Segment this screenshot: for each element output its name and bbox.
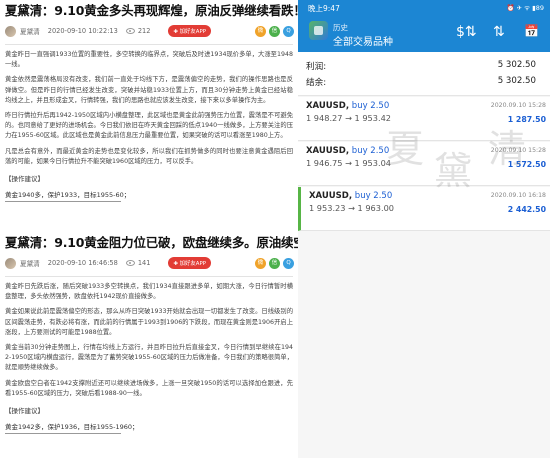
deal-profit: 1 572.50	[507, 160, 546, 169]
article-paragraph: 黄金昨日先跌后涨，随后突破1933多空转换点，我们1934直接跟进多单，如期大涨…	[5, 283, 293, 301]
deal-profit: 1 287.50	[507, 115, 546, 124]
operation-advice-heading: 【操作建议】	[5, 407, 44, 416]
article-paragraph: 黄金欧盘空白者在1942支撑附近还可以继续进场做多，上涨一旦突破1950的话可以…	[5, 379, 293, 397]
weibo-share-icon[interactable]: 微	[255, 25, 266, 37]
author-avatar[interactable]	[5, 257, 16, 269]
balance-value: 5 302.50	[497, 76, 536, 86]
article-title[interactable]: 夏黛清：9.10黄金阻力位已破，欧盘继续多。原油续空！	[0, 232, 298, 250]
author-name[interactable]: 夏黛清	[20, 258, 40, 268]
deal-time: 2020.09.10 16:18	[490, 192, 546, 199]
app-header: 晚上9:47 ⏰ ✈ ᯤ ▮89 历史 全部交易品种 $⇅ ⇅ 📅	[298, 0, 550, 52]
deal-price-range: 1 948.27 → 1 953.42	[306, 113, 391, 123]
deal-symbol: XAUUSD, buy 2.50	[306, 146, 389, 156]
app-logo-icon[interactable]	[309, 21, 328, 40]
deal-time: 2020.09.10 15:28	[490, 147, 546, 154]
author-name[interactable]: 夏黛清	[20, 26, 40, 36]
balance-label: 结余:	[306, 78, 327, 88]
qq-share-icon[interactable]: Q	[283, 25, 294, 37]
trading-app-screen: 晚上9:47 ⏰ ✈ ᯤ ▮89 历史 全部交易品种 $⇅ ⇅ 📅 利润: 5 …	[298, 0, 550, 458]
profit-row: 利润: 5 302.50	[306, 60, 544, 72]
view-count: 212	[125, 27, 151, 35]
deal-side: buy 2.50	[354, 191, 393, 201]
article-paragraph: 昨日行情拉升后再1942-1950区域内小横盘整理，此区域也是黄金此前强势压力位…	[5, 112, 293, 140]
weibo-share-icon[interactable]: 微	[255, 257, 266, 269]
deal-price-range: 1 953.23 → 1 963.00	[309, 203, 394, 213]
article-paragraph: 黄金当前30分钟走势图上，行情在均线上方运行，并且昨日拉升后直接金叉，今日行情到…	[5, 344, 293, 372]
status-time: 晚上9:47	[308, 4, 340, 13]
deal-side: buy 2.50	[351, 146, 390, 156]
header-subtitle: 历史	[333, 23, 348, 32]
deal-row[interactable]: XAUUSD, buy 2.50 2020.09.10 15:28 1 948.…	[298, 97, 550, 141]
article-paragraph: 凡是总会有意外，而最近黄金的走势也是变化较多，所以我们在抓势做多的同时也要注意黄…	[5, 147, 293, 165]
article-meta: 夏黛清 2020-09-10 16:46:58 141 ✚ 加好友APP 微 信…	[0, 254, 298, 272]
article-title[interactable]: 夏黛清：9.10黄金多头再现辉煌，原油反弹继续看跌！	[0, 0, 298, 18]
share-buttons: 微 信 Q	[252, 257, 294, 269]
deal-symbol: XAUUSD, buy 2.50	[306, 101, 389, 111]
profit-value: 5 302.50	[497, 60, 536, 70]
qq-share-icon[interactable]: Q	[283, 257, 294, 269]
underline	[5, 201, 121, 203]
status-bar: 晚上9:47 ⏰ ✈ ᯤ ▮89	[298, 0, 550, 14]
divider	[5, 44, 293, 45]
deal-price-range: 1 946.75 → 1 953.04	[306, 158, 391, 168]
deal-profit: 2 442.50	[507, 205, 546, 214]
currency-sort-icon[interactable]: $⇅	[456, 24, 477, 40]
underline	[5, 433, 121, 435]
view-count: 141	[125, 259, 151, 267]
article-meta: 夏黛清 2020-09-10 10:22:13 212 ✚ 加好友APP 微 信…	[0, 22, 298, 40]
add-friend-button[interactable]: ✚ 加好友APP	[168, 25, 211, 37]
deal-row-selected[interactable]: XAUUSD, buy 2.50 2020.09.10 16:18 1 953.…	[298, 187, 550, 231]
deal-symbol-name: XAUUSD,	[306, 101, 350, 111]
view-count-value: 212	[137, 27, 151, 35]
view-count-value: 141	[137, 259, 151, 267]
deal-side: buy 2.50	[351, 101, 390, 111]
article-1: 夏黛清：9.10黄金多头再现辉煌，原油反弹继续看跌！ 夏黛清 2020-09-1…	[0, 0, 298, 203]
eye-icon	[125, 260, 135, 266]
sort-icon[interactable]: ⇅	[493, 24, 505, 40]
eye-icon	[125, 28, 135, 34]
deal-row[interactable]: XAUUSD, buy 2.50 2020.09.10 15:28 1 946.…	[298, 142, 550, 186]
deal-symbol-name: XAUUSD,	[309, 191, 353, 201]
article-paragraph: 黄金依然是震荡格局没有改变，我们前一直处于均线下方，是震荡偏空的走势，我们的操作…	[5, 76, 293, 104]
calendar-icon[interactable]: 📅	[524, 24, 539, 38]
balance-row: 结余: 5 302.50	[306, 76, 544, 88]
operation-advice-text: 黄金1940多，保护1933，目标1955-60；	[5, 191, 131, 200]
profit-label: 利润:	[306, 62, 327, 72]
header-title[interactable]: 全部交易品种	[333, 33, 393, 48]
article-feed: 夏黛清：9.10黄金多头再现辉煌，原油反弹继续看跌！ 夏黛清 2020-09-1…	[0, 0, 298, 458]
status-icons: ⏰ ✈ ᯤ ▮89	[506, 4, 544, 12]
share-buttons: 微 信 Q	[252, 25, 294, 37]
deal-time: 2020.09.10 15:28	[490, 102, 546, 109]
deal-symbol: XAUUSD, buy 2.50	[309, 191, 392, 201]
operation-advice-heading: 【操作建议】	[5, 175, 44, 184]
wechat-share-icon[interactable]: 信	[269, 25, 280, 37]
wechat-share-icon[interactable]: 信	[269, 257, 280, 269]
article-paragraph: 黄金如果说此前是震荡偏空的形态，那么从昨日突破1933开始就会出现一切都发生了改…	[5, 308, 293, 336]
article-2: 夏黛清：9.10黄金阻力位已破，欧盘继续多。原油续空！ 夏黛清 2020-09-…	[0, 232, 298, 435]
publish-date: 2020-09-10 10:22:13	[47, 27, 118, 35]
operation-advice-text: 黄金1942多，保护1936，目标1955-1960；	[5, 423, 139, 432]
divider	[5, 276, 293, 277]
article-paragraph: 黄金昨日一直强调1933位置的重要性，多空转换的临界点，突破后及时进1934现价…	[5, 51, 293, 69]
deal-symbol-name: XAUUSD,	[306, 146, 350, 156]
publish-date: 2020-09-10 16:46:58	[47, 259, 118, 267]
account-summary: 利润: 5 302.50 结余: 5 302.50	[298, 52, 550, 96]
author-avatar[interactable]	[5, 25, 16, 37]
add-friend-button[interactable]: ✚ 加好友APP	[168, 257, 211, 269]
